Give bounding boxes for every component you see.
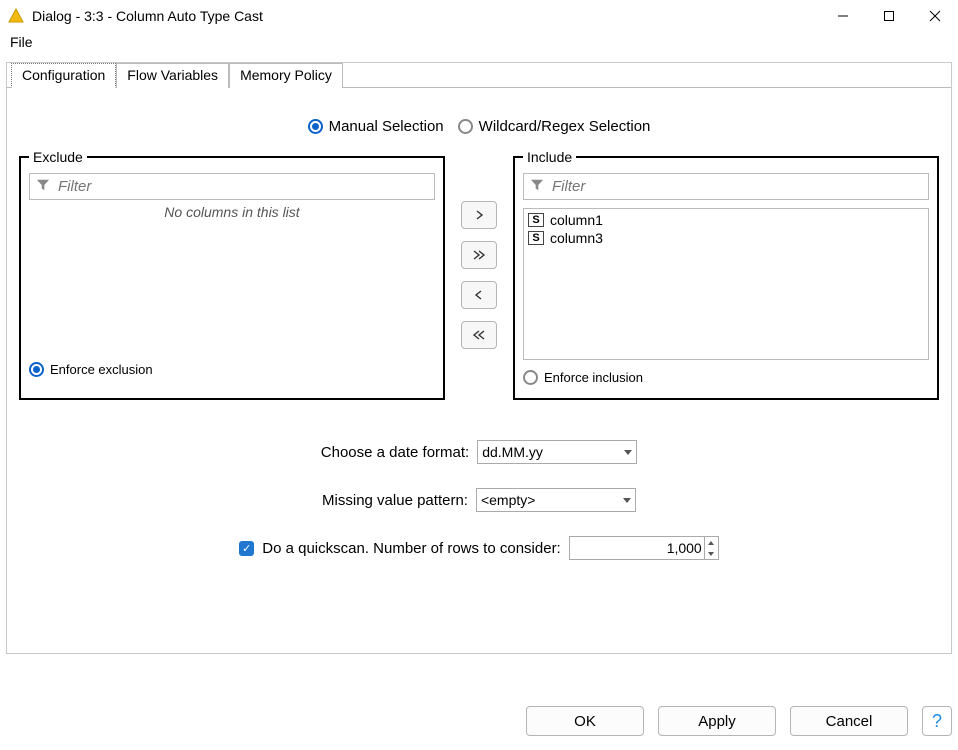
radio-wildcard-label: Wildcard/Regex Selection: [479, 118, 651, 135]
quickscan-rows-input[interactable]: 1,000: [569, 536, 719, 560]
spinner-down-button[interactable]: [705, 548, 718, 559]
radio-manual-selection[interactable]: Manual Selection: [308, 118, 444, 135]
chevron-down-icon: [623, 498, 631, 503]
quickscan-value: 1,000: [667, 540, 702, 556]
radio-enforce-inclusion[interactable]: Enforce inclusion: [523, 370, 643, 385]
list-item[interactable]: Scolumn3: [526, 229, 926, 247]
maximize-button[interactable]: [866, 0, 912, 32]
apply-button[interactable]: Apply: [658, 706, 776, 736]
type-string-icon: S: [528, 231, 544, 245]
tab-flow-variables[interactable]: Flow Variables: [116, 63, 229, 88]
missing-value-combo[interactable]: <empty>: [476, 488, 636, 512]
menubar: File: [0, 32, 958, 56]
move-right-button[interactable]: [461, 201, 497, 229]
chevron-down-icon: [624, 450, 632, 455]
tab-configuration[interactable]: Configuration: [11, 63, 116, 88]
missing-value-value: <empty>: [481, 492, 535, 508]
exclude-pane: Exclude No columns in this list Enforce …: [19, 149, 445, 400]
move-all-left-button[interactable]: [461, 321, 497, 349]
list-item-label: column3: [550, 230, 603, 246]
include-filter-input[interactable]: [550, 177, 922, 196]
date-format-label: Choose a date format:: [321, 444, 469, 461]
radio-enforce-exclusion[interactable]: Enforce exclusion: [29, 362, 153, 377]
exclude-filter-input[interactable]: [56, 177, 428, 196]
menu-file[interactable]: File: [6, 32, 37, 52]
date-format-combo[interactable]: dd.MM.yy: [477, 440, 637, 464]
cancel-button[interactable]: Cancel: [790, 706, 908, 736]
missing-value-label: Missing value pattern:: [322, 492, 468, 509]
exclude-empty-text: No columns in this list: [29, 200, 435, 220]
date-format-value: dd.MM.yy: [482, 444, 543, 460]
filter-icon: [530, 178, 544, 195]
move-all-right-button[interactable]: [461, 241, 497, 269]
window-title: Dialog - 3:3 - Column Auto Type Cast: [32, 8, 820, 24]
move-left-button[interactable]: [461, 281, 497, 309]
type-string-icon: S: [528, 213, 544, 227]
include-pane: Include Scolumn1 Scolumn3 Enforce inclus…: [513, 149, 939, 400]
minimize-button[interactable]: [820, 0, 866, 32]
help-button[interactable]: ?: [922, 706, 952, 736]
ok-button[interactable]: OK: [526, 706, 644, 736]
spinner-up-button[interactable]: [705, 537, 718, 548]
list-item[interactable]: Scolumn1: [526, 211, 926, 229]
app-icon: [8, 8, 24, 24]
filter-icon: [36, 178, 50, 195]
include-legend: Include: [523, 149, 576, 165]
enforce-exclusion-label: Enforce exclusion: [50, 362, 153, 377]
enforce-inclusion-label: Enforce inclusion: [544, 370, 643, 385]
close-button[interactable]: [912, 0, 958, 32]
tab-memory-policy[interactable]: Memory Policy: [229, 63, 343, 88]
quickscan-label: Do a quickscan. Number of rows to consid…: [262, 540, 560, 557]
list-item-label: column1: [550, 212, 603, 228]
radio-manual-label: Manual Selection: [329, 118, 444, 135]
quickscan-checkbox[interactable]: ✓: [239, 541, 254, 556]
radio-wildcard-selection[interactable]: Wildcard/Regex Selection: [458, 118, 651, 135]
exclude-legend: Exclude: [29, 149, 87, 165]
include-list[interactable]: Scolumn1 Scolumn3: [523, 208, 929, 360]
